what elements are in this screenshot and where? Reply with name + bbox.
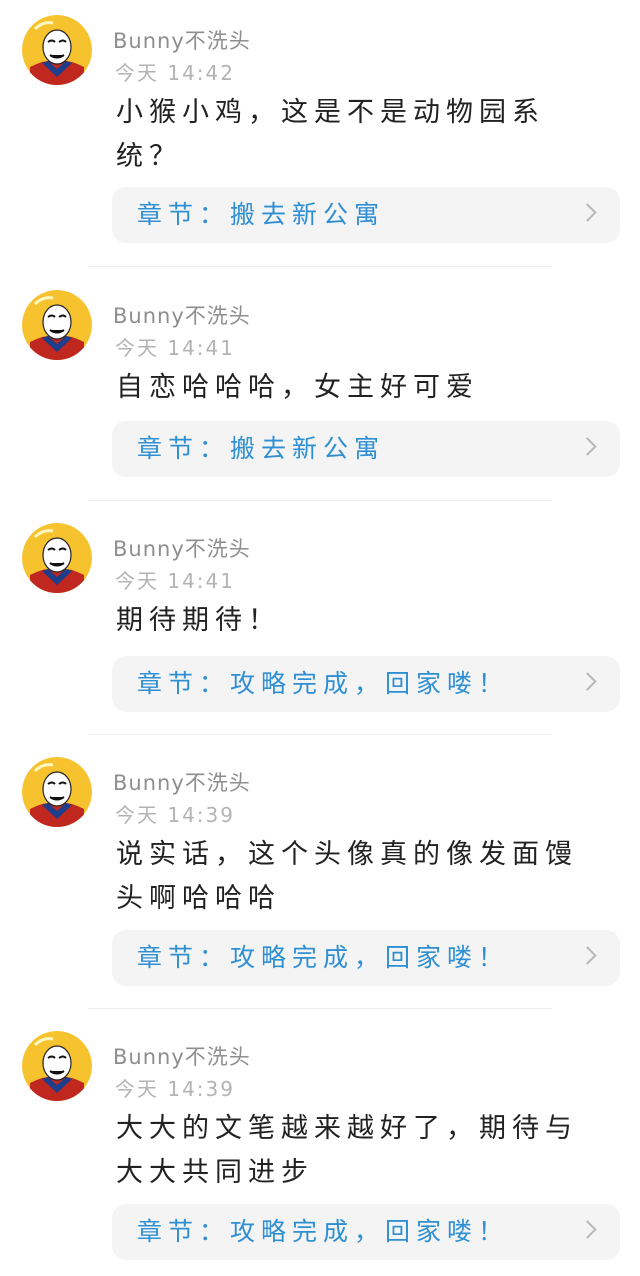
timestamp: 今天 14:41: [115, 336, 235, 360]
username[interactable]: Bunny不洗头: [113, 1041, 251, 1071]
avatar[interactable]: [22, 1031, 92, 1101]
chevron-right-icon: [578, 672, 597, 691]
comment-text: 大大的文笔越来越好了，期待与大大共同进步: [116, 1113, 578, 1188]
timestamp: 今天 14:42: [115, 61, 235, 85]
avatar-image: [22, 523, 92, 593]
timestamp: 今天 14:41: [115, 569, 235, 593]
username[interactable]: Bunny不洗头: [113, 25, 251, 55]
chevron-right-icon: [578, 437, 597, 456]
comment-text: 小猴小鸡，这是不是动物园系统？: [116, 97, 545, 172]
chapter-label: 章节：攻略完成，回家喽！: [137, 669, 510, 698]
chevron-right-icon: [578, 203, 597, 222]
avatar-image: [22, 1031, 92, 1101]
divider: [88, 1008, 552, 1009]
comment-item: Bunny不洗头 今天 14:41 期待期待！ 章节：攻略完成，回家喽！: [0, 523, 640, 723]
comment-item: Bunny不洗头 今天 14:39 说实话，这个头像真的像发面馒头啊哈哈哈 章节…: [0, 757, 640, 997]
chapter-link-card[interactable]: 章节：攻略完成，回家喽！: [112, 930, 620, 986]
avatar-image: [22, 757, 92, 827]
chapter-label: 章节：攻略完成，回家喽！: [137, 1217, 510, 1246]
divider: [88, 266, 552, 267]
divider: [88, 734, 552, 735]
username[interactable]: Bunny不洗头: [113, 767, 251, 797]
chapter-label: 章节：攻略完成，回家喽！: [137, 943, 510, 972]
avatar-image: [22, 15, 92, 85]
avatar[interactable]: [22, 290, 92, 360]
timestamp: 今天 14:39: [115, 803, 235, 827]
chapter-label: 章节：搬去新公寓: [137, 200, 386, 229]
username[interactable]: Bunny不洗头: [113, 533, 251, 563]
comment-item: Bunny不洗头 今天 14:41 自恋哈哈哈，女主好可爱 章节：搬去新公寓: [0, 290, 640, 490]
divider: [88, 500, 552, 501]
comment-text: 自恋哈哈哈，女主好可爱: [116, 372, 479, 403]
chevron-right-icon: [578, 946, 597, 965]
comment-item: Bunny不洗头 今天 14:42 小猴小鸡，这是不是动物园系统？ 章节：搬去新…: [0, 15, 640, 265]
chapter-link-card[interactable]: 章节：搬去新公寓: [112, 421, 620, 477]
avatar[interactable]: [22, 523, 92, 593]
chevron-right-icon: [578, 1220, 597, 1239]
chapter-label: 章节：搬去新公寓: [137, 434, 386, 463]
avatar[interactable]: [22, 15, 92, 85]
avatar-image: [22, 290, 92, 360]
comment-item: Bunny不洗头 今天 14:39 大大的文笔越来越好了，期待与大大共同进步 章…: [0, 1031, 640, 1271]
comment-text: 期待期待！: [116, 605, 281, 636]
chapter-link-card[interactable]: 章节：搬去新公寓: [112, 187, 620, 243]
comment-text: 说实话，这个头像真的像发面馒头啊哈哈哈: [116, 839, 578, 914]
chapter-link-card[interactable]: 章节：攻略完成，回家喽！: [112, 1204, 620, 1260]
avatar[interactable]: [22, 757, 92, 827]
username[interactable]: Bunny不洗头: [113, 300, 251, 330]
timestamp: 今天 14:39: [115, 1077, 235, 1101]
chapter-link-card[interactable]: 章节：攻略完成，回家喽！: [112, 656, 620, 712]
